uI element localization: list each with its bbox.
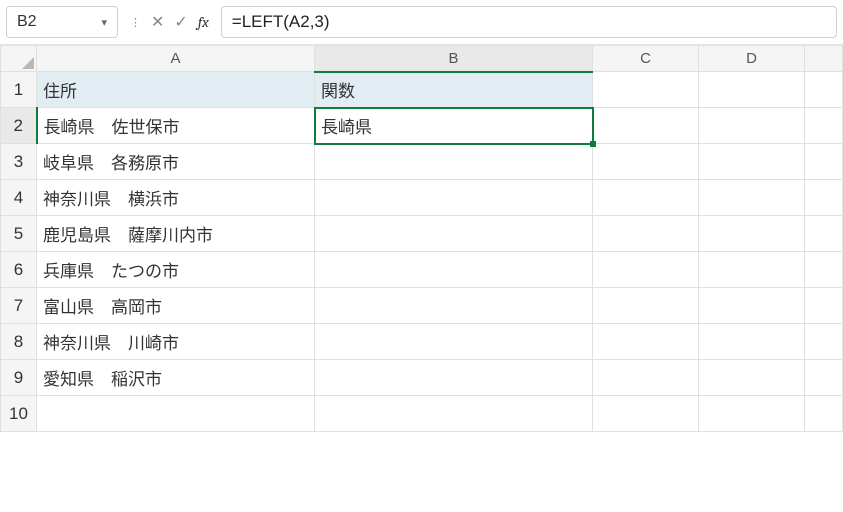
cell-A6[interactable]: 兵庫県 たつの市 xyxy=(37,252,315,288)
row-header-1[interactable]: 1 xyxy=(1,72,37,108)
cell-E2[interactable] xyxy=(805,108,843,144)
sheet-area: A B C D 1 住所 関数 2 長崎県 佐世保市 長崎県 3 岐阜県 各務原… xyxy=(0,45,843,432)
cell-D1[interactable] xyxy=(699,72,805,108)
row-header-6[interactable]: 6 xyxy=(1,252,37,288)
formula-text: =LEFT(A2,3) xyxy=(232,12,330,32)
cell-C6[interactable] xyxy=(593,252,699,288)
cell-A10[interactable] xyxy=(37,396,315,432)
cell-D3[interactable] xyxy=(699,144,805,180)
col-header-extra[interactable] xyxy=(805,46,843,72)
cell-C4[interactable] xyxy=(593,180,699,216)
formula-bar-icons: ⋮ ✕ ✓ fx xyxy=(126,12,213,32)
spreadsheet[interactable]: A B C D 1 住所 関数 2 長崎県 佐世保市 長崎県 3 岐阜県 各務原… xyxy=(0,45,843,432)
cell-E8[interactable] xyxy=(805,324,843,360)
cell-C3[interactable] xyxy=(593,144,699,180)
cell-B5[interactable] xyxy=(315,216,593,252)
cell-E5[interactable] xyxy=(805,216,843,252)
cell-D6[interactable] xyxy=(699,252,805,288)
cell-D5[interactable] xyxy=(699,216,805,252)
cell-E9[interactable] xyxy=(805,360,843,396)
name-box[interactable]: B2 ▾ xyxy=(6,6,118,38)
row-header-5[interactable]: 5 xyxy=(1,216,37,252)
cell-A3[interactable]: 岐阜県 各務原市 xyxy=(37,144,315,180)
col-header-C[interactable]: C xyxy=(593,46,699,72)
col-header-D[interactable]: D xyxy=(699,46,805,72)
formula-bar: B2 ▾ ⋮ ✕ ✓ fx =LEFT(A2,3) xyxy=(0,0,843,45)
cell-B3[interactable] xyxy=(315,144,593,180)
cell-C5[interactable] xyxy=(593,216,699,252)
formula-input[interactable]: =LEFT(A2,3) xyxy=(221,6,837,38)
cell-A4[interactable]: 神奈川県 横浜市 xyxy=(37,180,315,216)
cell-C1[interactable] xyxy=(593,72,699,108)
cell-E4[interactable] xyxy=(805,180,843,216)
cell-D10[interactable] xyxy=(699,396,805,432)
fx-icon[interactable]: fx xyxy=(198,13,209,31)
cell-C10[interactable] xyxy=(593,396,699,432)
cell-B1[interactable]: 関数 xyxy=(315,72,593,108)
row-header-2[interactable]: 2 xyxy=(1,108,37,144)
cell-A2[interactable]: 長崎県 佐世保市 xyxy=(37,108,315,144)
row-header-10[interactable]: 10 xyxy=(1,396,37,432)
cell-C7[interactable] xyxy=(593,288,699,324)
cell-E7[interactable] xyxy=(805,288,843,324)
chevron-down-icon: ▾ xyxy=(101,16,107,29)
cell-C2[interactable] xyxy=(593,108,699,144)
cell-A5[interactable]: 鹿児島県 薩摩川内市 xyxy=(37,216,315,252)
col-header-B[interactable]: B xyxy=(315,46,593,72)
accept-icon[interactable]: ✓ xyxy=(174,12,187,32)
cell-A8[interactable]: 神奈川県 川崎市 xyxy=(37,324,315,360)
cell-B9[interactable] xyxy=(315,360,593,396)
cell-E1[interactable] xyxy=(805,72,843,108)
row-header-8[interactable]: 8 xyxy=(1,324,37,360)
cancel-icon[interactable]: ✕ xyxy=(151,12,164,32)
select-all-corner[interactable] xyxy=(1,46,37,72)
cell-B10[interactable] xyxy=(315,396,593,432)
row-header-9[interactable]: 9 xyxy=(1,360,37,396)
cell-C8[interactable] xyxy=(593,324,699,360)
cell-A9[interactable]: 愛知県 稲沢市 xyxy=(37,360,315,396)
col-header-A[interactable]: A xyxy=(37,46,315,72)
row-header-7[interactable]: 7 xyxy=(1,288,37,324)
cell-D7[interactable] xyxy=(699,288,805,324)
cell-E10[interactable] xyxy=(805,396,843,432)
cell-D8[interactable] xyxy=(699,324,805,360)
cell-B8[interactable] xyxy=(315,324,593,360)
cell-B2[interactable]: 長崎県 xyxy=(315,108,593,144)
name-box-value: B2 xyxy=(17,13,37,31)
more-icon: ⋮ xyxy=(130,16,141,29)
cell-B7[interactable] xyxy=(315,288,593,324)
cell-B4[interactable] xyxy=(315,180,593,216)
cell-D4[interactable] xyxy=(699,180,805,216)
cell-D9[interactable] xyxy=(699,360,805,396)
cell-D2[interactable] xyxy=(699,108,805,144)
cell-E6[interactable] xyxy=(805,252,843,288)
cell-C9[interactable] xyxy=(593,360,699,396)
cell-A1[interactable]: 住所 xyxy=(37,72,315,108)
cell-B6[interactable] xyxy=(315,252,593,288)
row-header-4[interactable]: 4 xyxy=(1,180,37,216)
row-header-3[interactable]: 3 xyxy=(1,144,37,180)
cell-A7[interactable]: 富山県 高岡市 xyxy=(37,288,315,324)
cell-E3[interactable] xyxy=(805,144,843,180)
